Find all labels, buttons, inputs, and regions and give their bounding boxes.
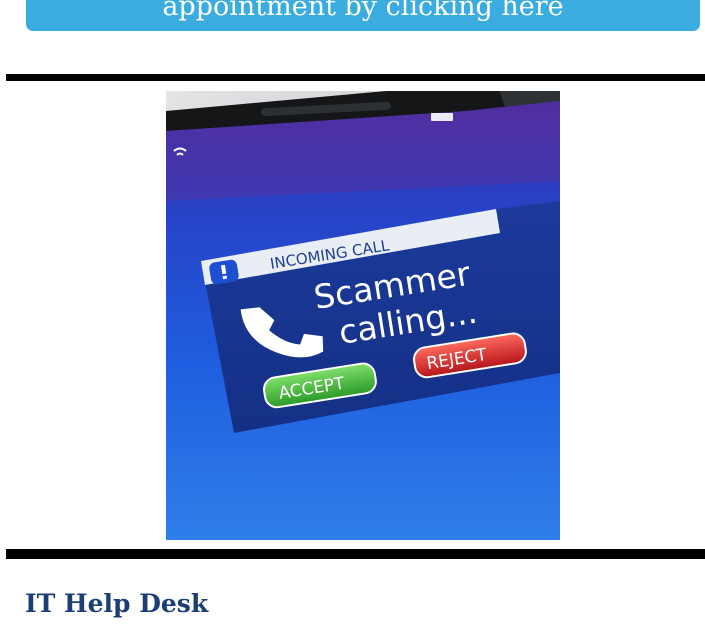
scam-call-illustration: INCOMING CALL Scammer calling... ACCEPT … (166, 91, 560, 540)
scam-call-image: INCOMING CALL Scammer calling... ACCEPT … (166, 91, 560, 540)
alert-icon (209, 259, 239, 285)
divider-bottom (6, 549, 705, 559)
section-heading: IT Help Desk (25, 589, 209, 618)
divider-top (6, 74, 705, 81)
appointment-link-button[interactable]: appointment by clicking here (26, 0, 700, 31)
appointment-link-label: appointment by clicking here (162, 0, 564, 22)
battery-icon (431, 113, 453, 121)
